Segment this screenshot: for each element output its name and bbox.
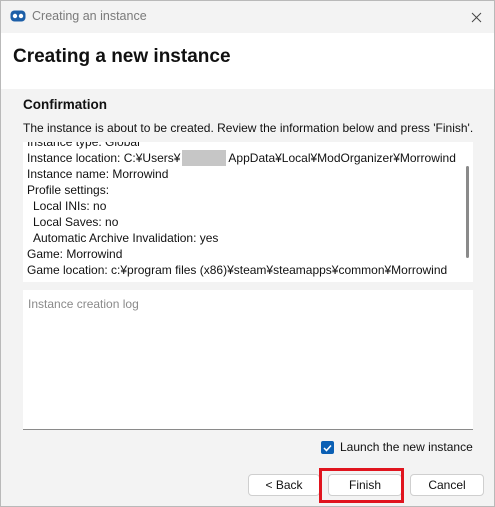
mod-organizer-icon bbox=[10, 10, 26, 22]
dialog-window: Creating an instance Creating a new inst… bbox=[0, 0, 495, 507]
instance-summary-textbox[interactable]: Instance type: Global Instance location:… bbox=[23, 142, 473, 282]
section-heading: Confirmation bbox=[23, 97, 107, 112]
log-placeholder: Instance creation log bbox=[28, 297, 139, 311]
finish-button[interactable]: Finish bbox=[328, 474, 402, 496]
location-suffix: AppData¥Local¥ModOrganizer¥Morrowind bbox=[228, 151, 456, 165]
title-bar: Creating an instance bbox=[1, 1, 494, 33]
summary-scrollbar-thumb[interactable] bbox=[466, 166, 469, 258]
wizard-header: Creating a new instance bbox=[1, 33, 494, 89]
launch-instance-checkbox[interactable] bbox=[321, 441, 334, 454]
confirmation-description: The instance is about to be created. Rev… bbox=[23, 121, 474, 135]
window-title: Creating an instance bbox=[32, 9, 147, 23]
instance-type-line: Instance type: Global bbox=[27, 142, 140, 149]
launch-instance-label[interactable]: Launch the new instance bbox=[340, 440, 473, 454]
redacted-username bbox=[182, 150, 227, 166]
back-button[interactable]: < Back bbox=[248, 474, 320, 496]
summary-lines: Instance type: Global Instance location:… bbox=[27, 142, 456, 278]
checkmark-icon bbox=[323, 444, 332, 452]
cancel-button[interactable]: Cancel bbox=[410, 474, 484, 496]
instance-creation-log[interactable]: Instance creation log bbox=[23, 290, 473, 430]
location-prefix: Instance location: C:¥Users¥ bbox=[27, 151, 181, 165]
instance-name-line: Instance name: Morrowind bbox=[27, 167, 169, 181]
local-saves-line: Local Saves: no bbox=[33, 215, 119, 229]
archive-invalidation-line: Automatic Archive Invalidation: yes bbox=[33, 231, 219, 245]
game-location-line: Game location: c:¥program files (x86)¥st… bbox=[27, 263, 448, 277]
profile-settings-line: Profile settings: bbox=[27, 183, 110, 197]
instance-location-line: Instance location: C:¥Users¥ AppData¥Loca… bbox=[27, 150, 456, 166]
game-line: Game: Morrowind bbox=[27, 247, 123, 261]
close-button[interactable] bbox=[463, 5, 489, 29]
page-title: Creating a new instance bbox=[13, 46, 231, 67]
local-inis-line: Local INIs: no bbox=[33, 199, 107, 213]
close-icon bbox=[471, 12, 481, 22]
